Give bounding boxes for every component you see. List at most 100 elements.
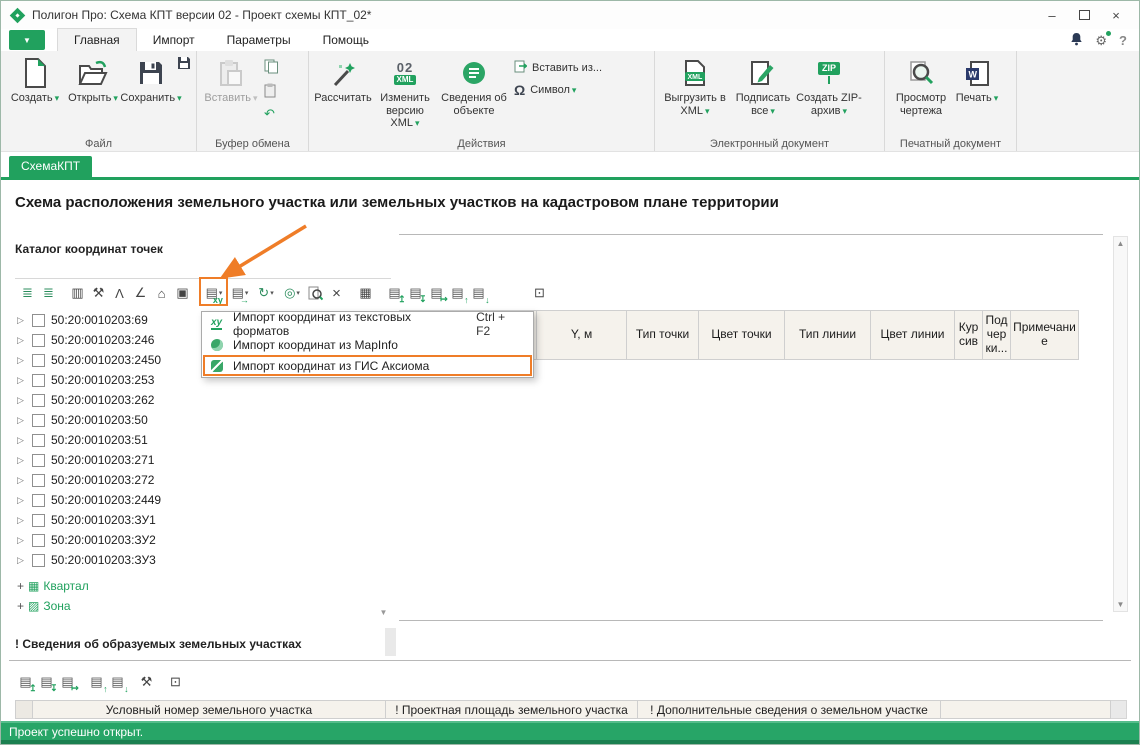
tools-icon[interactable]: ⚒ bbox=[136, 671, 157, 693]
expander-icon[interactable]: ▷ bbox=[17, 395, 26, 406]
expander-icon[interactable]: ▷ bbox=[17, 555, 26, 566]
checkbox[interactable] bbox=[32, 534, 45, 547]
move-row-up-button[interactable]: ▤↑ bbox=[86, 671, 107, 693]
checkbox[interactable] bbox=[32, 334, 45, 347]
menu-item-import-text[interactable]: xy Импорт координат из текстовых формато… bbox=[203, 313, 532, 334]
tab-glavnaya[interactable]: Главная bbox=[57, 28, 137, 51]
tree-item[interactable]: ▷50:20:0010203:ЗУ2 bbox=[17, 530, 373, 550]
table-icon[interactable]: ▦ bbox=[355, 282, 376, 304]
export-xml-button[interactable]: XML Выгрузить в XML bbox=[660, 54, 730, 117]
calculate-button[interactable]: Рассчитать bbox=[314, 54, 372, 105]
insert-row-above-button[interactable]: ▤↥ bbox=[384, 282, 405, 304]
create-zip-button[interactable]: ZIP Создать ZIP-архив bbox=[796, 54, 862, 117]
checkbox[interactable] bbox=[32, 394, 45, 407]
home-icon[interactable]: ⌂ bbox=[151, 282, 172, 304]
divider-compass-icon[interactable]: Λ bbox=[109, 282, 130, 304]
checkbox[interactable] bbox=[32, 454, 45, 467]
expander-icon[interactable]: ▷ bbox=[17, 455, 26, 466]
tree-item[interactable]: ▷50:20:0010203:2449 bbox=[17, 490, 373, 510]
symbol-button[interactable]: Ω Символ bbox=[514, 82, 602, 98]
checkbox[interactable] bbox=[32, 434, 45, 447]
print-button[interactable]: W Печать bbox=[952, 54, 1002, 105]
plus-icon[interactable]: + bbox=[17, 599, 24, 613]
expander-icon[interactable]: ▷ bbox=[17, 515, 26, 526]
maximize-button[interactable] bbox=[1071, 6, 1097, 24]
import-coordinates-alt-button[interactable]: ▤→▾ bbox=[227, 282, 253, 304]
checkbox[interactable] bbox=[32, 474, 45, 487]
fit-view-icon[interactable]: ⊡ bbox=[165, 671, 186, 693]
tab-shema-kpt[interactable]: СхемаКПТ bbox=[9, 156, 92, 177]
checkbox[interactable] bbox=[32, 514, 45, 527]
insert-row-end-button[interactable]: ▤↦ bbox=[57, 671, 78, 693]
menu-item-import-mapinfo[interactable]: Импорт координат из MapInfo bbox=[203, 334, 532, 355]
checkbox[interactable] bbox=[32, 354, 45, 367]
tree-item[interactable]: ▷50:20:0010203:271 bbox=[17, 450, 373, 470]
tree-item-kvartal[interactable]: +▦Квартал bbox=[17, 576, 373, 596]
refresh-button[interactable]: ↻▾ bbox=[253, 282, 279, 304]
expander-icon[interactable]: ▷ bbox=[17, 315, 26, 326]
move-row-up-button[interactable]: ▤↑ bbox=[447, 282, 468, 304]
app-menu-button[interactable]: ▼ bbox=[9, 30, 45, 50]
expander-icon[interactable]: ▷ bbox=[17, 475, 26, 486]
open-button[interactable]: Открыть bbox=[64, 54, 122, 105]
tree-item[interactable]: ▷50:20:0010203:ЗУ3 bbox=[17, 550, 373, 570]
page-preview-icon[interactable] bbox=[305, 282, 326, 304]
fit-view-icon[interactable]: ⊡ bbox=[529, 282, 550, 304]
copy-pages-icon[interactable]: ▣ bbox=[172, 282, 193, 304]
abacus-icon[interactable]: ▥ bbox=[67, 282, 88, 304]
tree-item-zona[interactable]: +▨Зона bbox=[17, 596, 373, 616]
paste-button[interactable]: Вставить bbox=[202, 54, 260, 105]
checkbox[interactable] bbox=[32, 414, 45, 427]
help-icon[interactable]: ? bbox=[1119, 33, 1127, 48]
vertical-scrollbar[interactable]: ▲ ▼ bbox=[1113, 236, 1128, 612]
checkbox[interactable] bbox=[32, 554, 45, 567]
tree-item[interactable]: ▷50:20:0010203:ЗУ1 bbox=[17, 510, 373, 530]
insert-row-below-button[interactable]: ▤↧ bbox=[405, 282, 426, 304]
sign-all-button[interactable]: Подписать все bbox=[730, 54, 796, 117]
checkbox[interactable] bbox=[32, 374, 45, 387]
quick-save-icon[interactable] bbox=[177, 56, 191, 73]
change-xml-version-button[interactable]: 02XML Изменить версию XML bbox=[372, 54, 438, 130]
expander-icon[interactable]: ▷ bbox=[17, 535, 26, 546]
expander-icon[interactable]: ▷ bbox=[17, 375, 26, 386]
insert-row-end-button[interactable]: ▤↦ bbox=[426, 282, 447, 304]
bell-icon[interactable] bbox=[1070, 32, 1083, 49]
paste-special-icon[interactable] bbox=[264, 83, 279, 101]
tab-pomosch[interactable]: Помощь bbox=[307, 29, 385, 51]
undo-icon[interactable]: ↶ bbox=[264, 107, 279, 120]
close-button[interactable]: × bbox=[1103, 6, 1129, 24]
sorted-list-icon[interactable]: ≣ bbox=[38, 282, 59, 304]
preview-drawing-button[interactable]: Просмотр чертежа bbox=[890, 54, 952, 117]
tree-item[interactable]: ▷50:20:0010203:50 bbox=[17, 410, 373, 430]
insert-row-above-button[interactable]: ▤↥ bbox=[15, 671, 36, 693]
scroll-down-arrow[interactable]: ▼ bbox=[1117, 598, 1125, 611]
tab-parametry[interactable]: Параметры bbox=[211, 29, 307, 51]
locate-point-button[interactable]: ◎▾ bbox=[279, 282, 305, 304]
move-row-down-button[interactable]: ▤↓ bbox=[107, 671, 128, 693]
insert-row-below-button[interactable]: ▤↧ bbox=[36, 671, 57, 693]
gear-icon[interactable]: ⚙ bbox=[1095, 33, 1107, 49]
numbered-list-icon[interactable]: ≣ bbox=[17, 282, 38, 304]
minimize-button[interactable]: – bbox=[1039, 6, 1065, 24]
expander-icon[interactable]: ▷ bbox=[17, 335, 26, 346]
tree-item[interactable]: ▷50:20:0010203:51 bbox=[17, 430, 373, 450]
plus-icon[interactable]: + bbox=[17, 579, 24, 593]
object-info-button[interactable]: Сведения об объекте bbox=[438, 54, 510, 117]
expander-icon[interactable]: ▷ bbox=[17, 355, 26, 366]
checkbox[interactable] bbox=[32, 494, 45, 507]
checkbox[interactable] bbox=[32, 314, 45, 327]
copy-icon[interactable] bbox=[264, 59, 279, 77]
tree-item[interactable]: ▷50:20:0010203:262 bbox=[17, 390, 373, 410]
move-row-down-button[interactable]: ▤↓ bbox=[468, 282, 489, 304]
expander-icon[interactable]: ▷ bbox=[17, 435, 26, 446]
save-button[interactable]: Сохранить bbox=[122, 54, 180, 105]
tab-import[interactable]: Импорт bbox=[137, 29, 211, 51]
tree-item[interactable]: ▷50:20:0010203:272 bbox=[17, 470, 373, 490]
expander-icon[interactable]: ▷ bbox=[17, 495, 26, 506]
new-button[interactable]: Создать bbox=[6, 54, 64, 105]
expander-icon[interactable]: ▷ bbox=[17, 415, 26, 426]
scroll-up-arrow[interactable]: ▲ bbox=[1117, 237, 1125, 250]
hammer-icon[interactable]: ⚒ bbox=[88, 282, 109, 304]
insert-from-button[interactable]: Вставить из... bbox=[514, 59, 602, 76]
scroll-down-arrow[interactable]: ▼ bbox=[377, 606, 390, 619]
